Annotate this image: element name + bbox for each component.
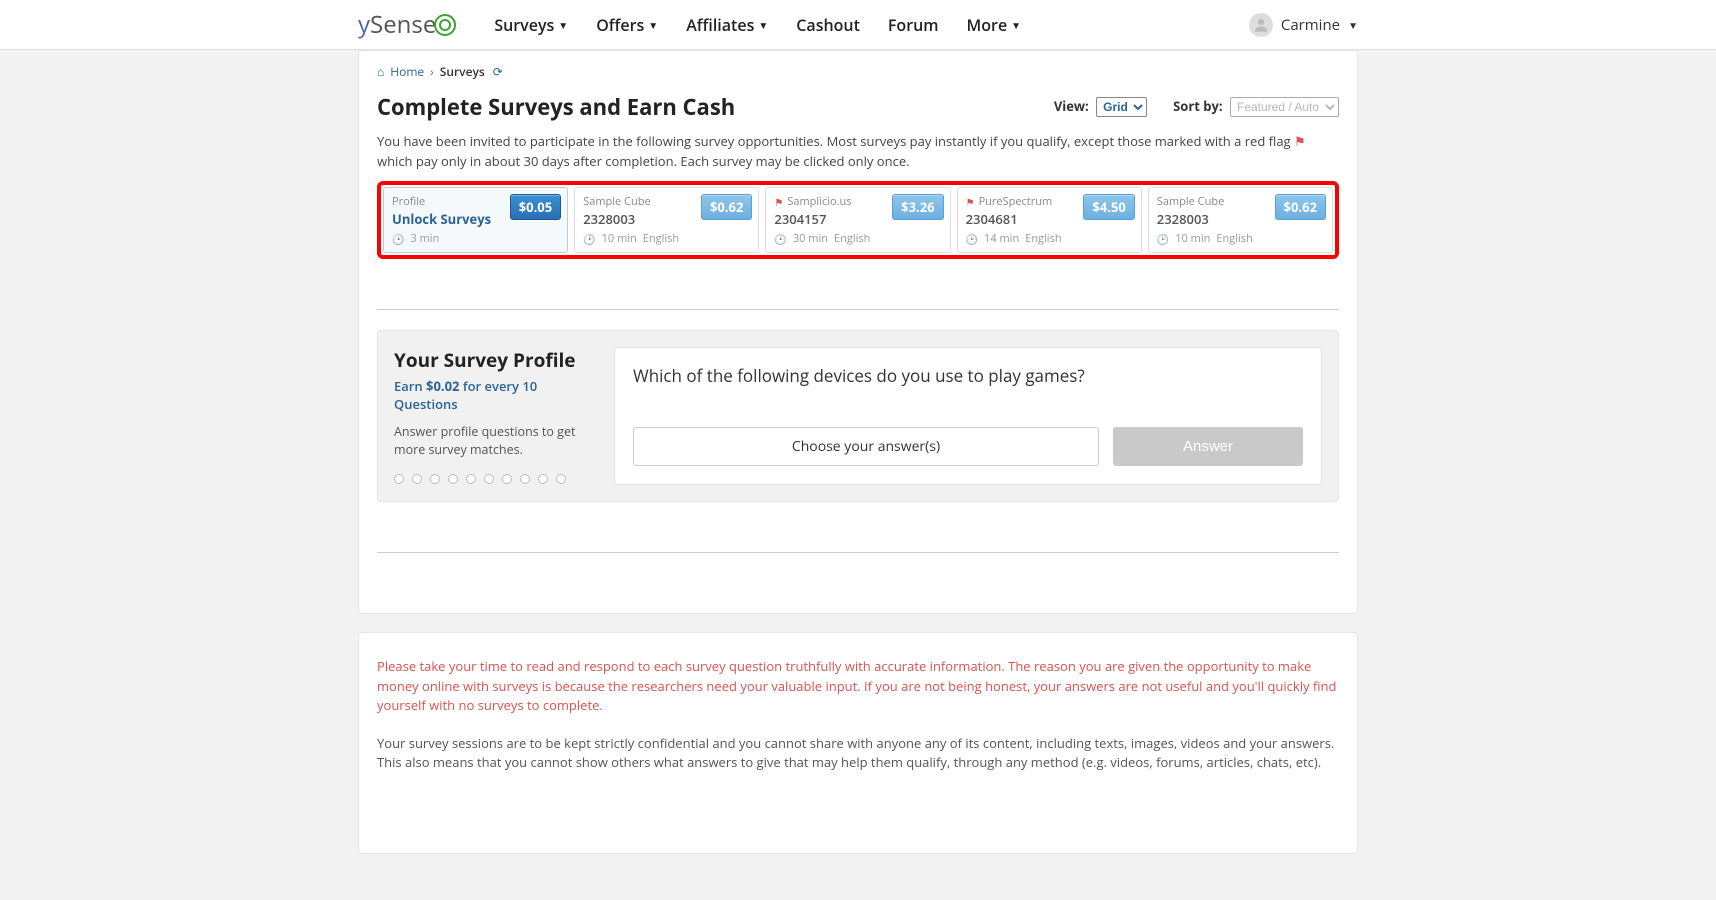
nav-item-offers[interactable]: Offers▼ [596,14,658,36]
home-icon: ⌂ [377,63,384,80]
answer-button[interactable]: Answer [1113,427,1303,466]
profile-earn: Earn $0.02 for every 10 Questions [394,377,594,413]
survey-card[interactable]: ⚑PureSpectrum2304681🕑14 minEnglish$4.50 [957,187,1142,253]
progress-dot [556,474,566,484]
survey-card[interactable]: Sample Cube2328003🕑10 minEnglish$0.62 [1148,187,1333,253]
notice-gray: Your survey sessions are to be kept stri… [377,734,1339,773]
notice-red: Please take your time to read and respon… [377,657,1339,716]
survey-row-highlight: ProfileUnlock Surveys🕑3 min$0.05Sample C… [377,181,1339,259]
survey-price: $4.50 [1083,194,1134,220]
progress-dot [484,474,494,484]
progress-dot [394,474,404,484]
divider [377,552,1339,553]
user-menu[interactable]: Carmine ▼ [1249,13,1358,37]
breadcrumb: ⌂ Home › Surveys ⟳ [377,51,1339,88]
caret-down-icon: ▼ [758,18,768,32]
flag-icon: ⚑ [1294,132,1306,150]
survey-card[interactable]: ⚑Samplicio.us2304157🕑30 minEnglish$3.26 [765,187,950,253]
profile-desc: Answer profile questions to get more sur… [394,423,594,458]
breadcrumb-current: Surveys [440,63,485,80]
flag-icon: ⚑ [966,195,975,209]
progress-dot [538,474,548,484]
page-title: Complete Surveys and Earn Cash [377,92,735,122]
progress-dot [412,474,422,484]
progress-dot [430,474,440,484]
nav-item-surveys[interactable]: Surveys▼ [494,14,568,36]
progress-dot [520,474,530,484]
nav-item-more[interactable]: More▼ [967,14,1022,36]
survey-meta: 🕑14 minEnglish [966,231,1133,246]
nav-item-affiliates[interactable]: Affiliates▼ [686,14,768,36]
view-select[interactable]: Grid [1096,97,1147,117]
clock-icon: 🕑 [774,232,786,246]
sort-select[interactable]: Featured / Auto [1230,97,1339,117]
nav-item-cashout[interactable]: Cashout [796,14,860,36]
logo[interactable]: ySense [358,8,456,41]
survey-meta: 🕑3 min [392,231,559,246]
notice-panel: Please take your time to read and respon… [358,632,1358,854]
divider [377,309,1339,310]
survey-meta: 🕑30 minEnglish [774,231,941,246]
refresh-icon[interactable]: ⟳ [493,63,503,80]
progress-dot [448,474,458,484]
caret-down-icon: ▼ [648,18,658,32]
logo-circle-icon [434,14,456,36]
survey-price: $0.62 [1275,194,1326,220]
answer-select[interactable]: Choose your answer(s) [633,427,1099,466]
survey-meta: 🕑10 minEnglish [583,231,750,246]
flag-icon: ⚑ [774,195,783,209]
breadcrumb-home[interactable]: Home [390,63,424,80]
clock-icon: 🕑 [392,232,404,246]
survey-price: $3.26 [892,194,943,220]
profile-heading: Your Survey Profile [394,347,594,373]
clock-icon: 🕑 [1157,232,1169,246]
intro-text: You have been invited to participate in … [377,132,1339,171]
progress-dot [502,474,512,484]
progress-dot [466,474,476,484]
survey-price: $0.05 [510,194,561,220]
survey-card[interactable]: ProfileUnlock Surveys🕑3 min$0.05 [383,187,568,253]
user-name: Carmine [1281,15,1340,35]
nav-item-forum[interactable]: Forum [888,14,939,36]
caret-down-icon: ▼ [1011,18,1021,32]
profile-question: Which of the following devices do you us… [633,364,1303,387]
profile-box: Your Survey Profile Earn $0.02 for every… [377,330,1339,502]
survey-row: ProfileUnlock Surveys🕑3 min$0.05Sample C… [383,187,1333,253]
survey-meta: 🕑10 minEnglish [1157,231,1324,246]
caret-down-icon: ▼ [1348,18,1358,32]
survey-card[interactable]: Sample Cube2328003🕑10 minEnglish$0.62 [574,187,759,253]
topbar: ySense Surveys▼ Offers▼ Affiliates▼ Cashout… [0,0,1716,50]
clock-icon: 🕑 [966,232,978,246]
avatar-icon [1249,13,1273,37]
progress-dots [394,474,594,484]
surveys-panel: ⌂ Home › Surveys ⟳ Complete Surveys and … [358,50,1358,614]
caret-down-icon: ▼ [558,18,568,32]
clock-icon: 🕑 [583,232,595,246]
survey-price: $0.62 [701,194,752,220]
main-nav: Surveys▼ Offers▼ Affiliates▼ Cashout Forum Mo… [494,14,1021,36]
view-label: View: [1054,97,1089,115]
sort-label: Sort by: [1173,97,1222,115]
